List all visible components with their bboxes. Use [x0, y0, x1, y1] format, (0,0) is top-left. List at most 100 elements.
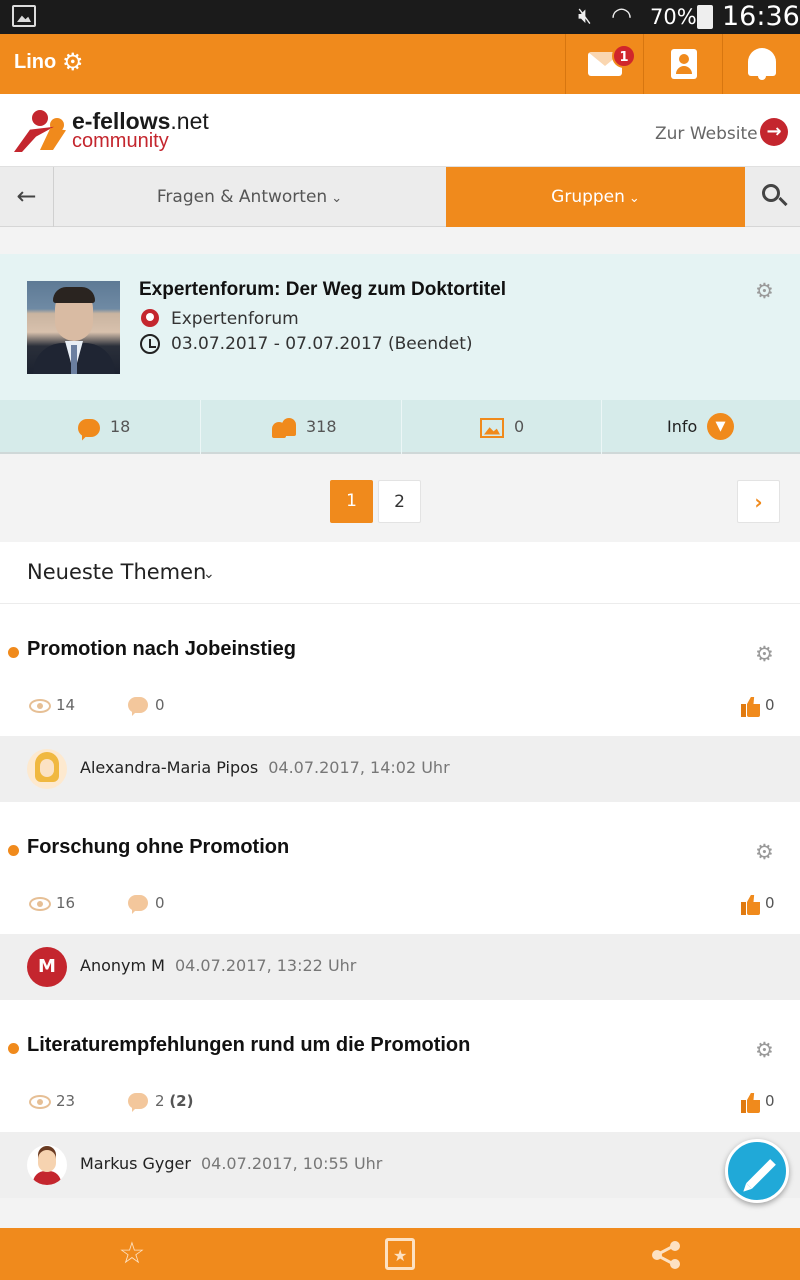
new-topic-button[interactable]: [725, 1139, 789, 1203]
bottom-bar: ☆: [0, 1228, 800, 1280]
chevron-down-icon[interactable]: ⌄: [203, 566, 215, 582]
info-button[interactable]: Info: [667, 400, 697, 454]
pencil-icon: [746, 1159, 776, 1189]
chevron-down-circle-icon[interactable]: ▼: [707, 413, 734, 440]
thumbs-up-icon[interactable]: [741, 895, 760, 915]
battery-percent: 70%: [650, 5, 697, 29]
nav-tabs: ← Fragen & Antworten ⌄ Gruppen ⌄: [0, 167, 800, 227]
topic-card[interactable]: Promotion nach Jobeinstieg ⚙ 14 0 0 Alex…: [0, 604, 800, 802]
next-page-button[interactable]: ›: [737, 480, 780, 523]
search-icon: [762, 184, 780, 202]
star-icon[interactable]: ☆: [114, 1237, 150, 1271]
stat-posts[interactable]: 18: [78, 400, 130, 454]
avatar[interactable]: M: [27, 947, 67, 987]
group-settings-icon[interactable]: ⚙: [755, 279, 774, 303]
chevron-right-icon: ›: [754, 490, 763, 514]
eye-icon: [29, 699, 51, 713]
history-icon: [140, 334, 160, 354]
author-row: M Anonym M 04.07.2017, 13:22 Uhr: [0, 934, 800, 1000]
group-dates: 03.07.2017 - 07.07.2017 (Beendet): [171, 334, 473, 354]
thumbs-up-icon[interactable]: [741, 1093, 760, 1113]
section-header[interactable]: Neueste Themen ⌄: [0, 542, 800, 604]
gallery-icon: [12, 5, 36, 27]
divider: [200, 400, 201, 454]
user-name[interactable]: Lino: [14, 51, 56, 74]
topic-title[interactable]: Forschung ohne Promotion: [27, 836, 289, 859]
search-button[interactable]: [745, 167, 800, 227]
divider: [643, 34, 644, 94]
view-count: 16: [56, 894, 76, 912]
stat-images[interactable]: 0: [480, 400, 524, 454]
view-count: 23: [56, 1092, 76, 1110]
comment-count: 2 (2): [155, 1092, 194, 1110]
comment-icon: [128, 697, 148, 713]
chevron-down-icon: ⌄: [628, 191, 640, 206]
website-link[interactable]: Zur Website: [655, 124, 758, 144]
author-name[interactable]: Markus Gyger: [80, 1154, 191, 1173]
page-2-button[interactable]: 2: [378, 480, 421, 523]
chevron-down-icon: ⌄: [331, 191, 343, 206]
expert-badge-icon: [141, 309, 159, 327]
topic-settings-icon[interactable]: ⚙: [755, 642, 774, 666]
like-count: 0: [765, 696, 775, 714]
post-date: 04.07.2017, 10:55 Uhr: [200, 1154, 383, 1173]
unread-dot: [8, 647, 19, 658]
group-type: Expertenforum: [171, 309, 299, 329]
bell-icon[interactable]: [748, 48, 776, 80]
author-info: Alexandra-Maria Pipos 04.07.2017, 14:02 U…: [80, 758, 450, 777]
avatar[interactable]: [27, 749, 67, 789]
image-icon: [480, 417, 504, 438]
view-count: 14: [56, 696, 76, 714]
share-icon[interactable]: [648, 1237, 684, 1271]
mail-badge: 1: [612, 44, 636, 68]
group-photo: [27, 281, 120, 374]
author-name[interactable]: Alexandra-Maria Pipos: [80, 758, 258, 777]
mute-icon: 🔇︎: [578, 4, 592, 29]
bookmark-icon[interactable]: [382, 1237, 418, 1273]
tab-questions-answers[interactable]: Fragen & Antworten ⌄: [54, 167, 445, 227]
e-fellows-logo-icon[interactable]: [14, 110, 66, 152]
divider: [565, 34, 566, 94]
comment-icon: [128, 895, 148, 911]
thumbs-up-icon[interactable]: [741, 697, 760, 717]
like-count: 0: [765, 894, 775, 912]
divider: [601, 400, 602, 454]
divider: [401, 400, 402, 454]
logo-bar: e-fellows.net community Zur Website →: [0, 94, 800, 167]
comment-icon: [78, 418, 100, 437]
topic-card[interactable]: Literaturempfehlungen rund um die Promot…: [0, 1000, 800, 1198]
pagination: 1 2 ›: [0, 456, 800, 542]
topic-card[interactable]: Forschung ohne Promotion ⚙ 16 0 0 M Anon…: [0, 802, 800, 1000]
post-date: 04.07.2017, 13:22 Uhr: [174, 956, 357, 975]
settings-icon[interactable]: ⚙: [62, 48, 84, 76]
clock: 16:36: [722, 1, 800, 32]
divider: [722, 34, 723, 94]
topic-title[interactable]: Literaturempfehlungen rund um die Promot…: [27, 1034, 470, 1057]
author-info: Markus Gyger 04.07.2017, 10:55 Uhr: [80, 1154, 382, 1173]
topic-title[interactable]: Promotion nach Jobeinstieg: [27, 638, 296, 661]
eye-icon: [29, 1095, 51, 1109]
group-title: Expertenforum: Der Weg zum Doktortitel: [139, 279, 507, 300]
wifi-icon: ◠: [611, 2, 632, 30]
like-count: 0: [765, 1092, 775, 1110]
group-stats: 18 318 0 Info ▼: [0, 400, 800, 454]
post-date: 04.07.2017, 14:02 Uhr: [268, 758, 450, 777]
section-title[interactable]: Neueste Themen: [27, 560, 206, 584]
author-name[interactable]: Anonym M: [80, 956, 165, 975]
logo-sub: community: [72, 130, 169, 152]
author-info: Anonym M 04.07.2017, 13:22 Uhr: [80, 956, 356, 975]
contacts-icon[interactable]: [671, 49, 697, 79]
stat-members[interactable]: 318: [272, 400, 337, 454]
author-row: Alexandra-Maria Pipos 04.07.2017, 14:02 U…: [0, 736, 800, 802]
avatar[interactable]: [27, 1145, 67, 1185]
arrow-left-icon: ←: [16, 182, 37, 210]
author-row: Markus Gyger 04.07.2017, 10:55 Uhr: [0, 1132, 800, 1198]
group-header: Expertenforum: Der Weg zum Doktortitel E…: [0, 254, 800, 400]
back-button[interactable]: ←: [0, 167, 54, 227]
eye-icon: [29, 897, 51, 911]
topic-settings-icon[interactable]: ⚙: [755, 840, 774, 864]
arrow-right-circle-icon[interactable]: →: [760, 118, 788, 146]
page-1-button[interactable]: 1: [330, 480, 373, 523]
topic-settings-icon[interactable]: ⚙: [755, 1038, 774, 1062]
tab-groups[interactable]: Gruppen ⌄: [446, 167, 745, 227]
